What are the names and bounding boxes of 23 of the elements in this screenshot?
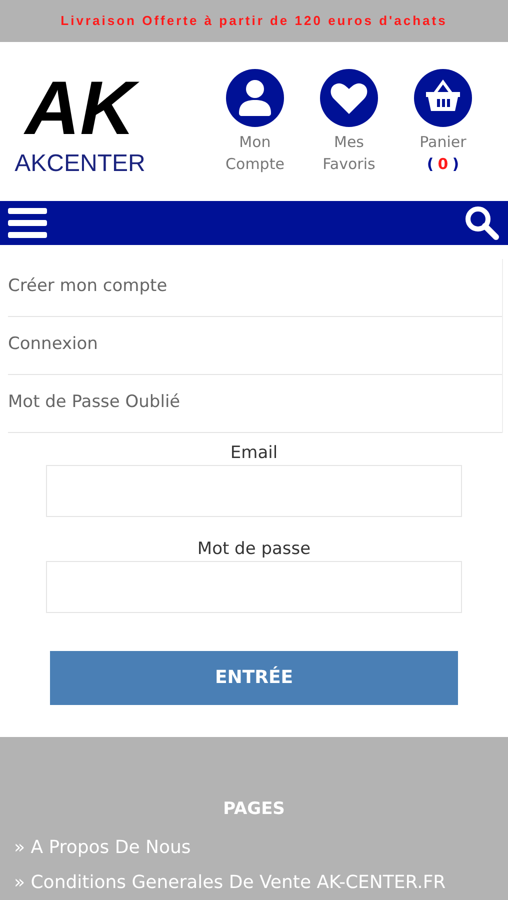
- search-icon[interactable]: [464, 204, 500, 241]
- menu-item[interactable]: Connexion: [8, 316, 502, 374]
- header-link[interactable]: Favoris: [322, 152, 376, 175]
- menu-item[interactable]: Mot de Passe Oublié: [8, 374, 502, 432]
- footer-heading: PAGES: [223, 798, 285, 820]
- promo-text: Livraison Offerte à partir de 120 euros d'achats: [60, 12, 448, 30]
- basket-icon[interactable]: [414, 68, 472, 127]
- bracket: (: [426, 154, 434, 175]
- input-field[interactable]: [46, 464, 462, 516]
- submit-button[interactable]: ENTRÉE: [50, 650, 458, 704]
- header-link[interactable]: Mes: [334, 130, 364, 153]
- bracket: ): [452, 154, 460, 175]
- menu-item[interactable]: Créer mon compte: [8, 258, 502, 316]
- field-label: Email: [230, 442, 278, 464]
- logo-name: AKCENTER: [14, 150, 146, 177]
- user-icon[interactable]: [226, 68, 284, 127]
- header-link[interactable]: Panier: [420, 130, 466, 153]
- cart-count: 0: [438, 154, 448, 175]
- input-field[interactable]: [46, 560, 462, 612]
- logo-mark: AK: [17, 66, 143, 151]
- header-link[interactable]: Mon: [239, 130, 271, 153]
- header-link[interactable]: Compte: [226, 152, 284, 175]
- field-label: Mot de passe: [197, 538, 311, 560]
